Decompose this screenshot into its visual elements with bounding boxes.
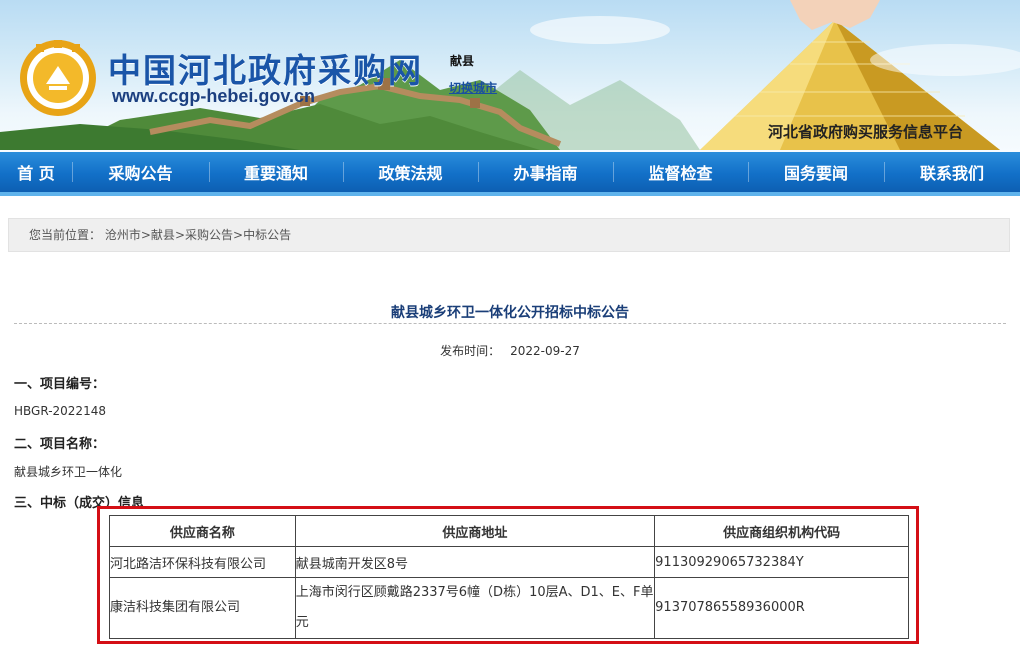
header-banner: 中国河北政府采购网 www.ccgp-hebei.gov.cn 献县 切换城市 … (0, 0, 1020, 152)
publish-label: 发布时间： (440, 344, 501, 358)
breadcrumb-separator: > (140, 228, 151, 242)
breadcrumb-item-current: 中标公告 (243, 228, 292, 242)
breadcrumb-item-cangzhou[interactable]: 沧州市 (105, 228, 141, 242)
supplier-name-cell: 河北路洁环保科技有限公司 (109, 546, 296, 578)
supplier-code-cell: 91130929065732384Y (654, 546, 909, 578)
nav-item-policies[interactable]: 政策法规 (343, 152, 478, 192)
publish-date: 2022-09-27 (510, 344, 580, 358)
site-name: 中国河北政府采购网 (108, 51, 423, 90)
nav-item-guide[interactable]: 办事指南 (478, 152, 613, 192)
breadcrumb-separator: > (233, 228, 244, 242)
switch-city-link[interactable]: 切换城市 (449, 79, 497, 96)
nav-item-notices[interactable]: 重要通知 (209, 152, 343, 192)
main-nav: 首 页 采购公告 重要通知 政策法规 办事指南 监督检查 国务要闻 联系我们 (0, 152, 1020, 196)
logo-emblem-icon (20, 40, 96, 116)
nav-item-supervision[interactable]: 监督检查 (613, 152, 748, 192)
supplier-code-cell: 91370786558936000R (654, 577, 909, 639)
nav-item-contact[interactable]: 联系我们 (884, 152, 1020, 192)
table-row: 康洁科技集团有限公司 上海市闵行区顾戴路2337号6幢（D栋）10层A、D1、E… (109, 577, 909, 639)
section-project-number-title: 一、项目编号： (14, 377, 106, 392)
breadcrumb-label: 您当前位置： (29, 228, 102, 242)
supplier-address-cell: 上海市闵行区顾戴路2337号6幢（D栋）10层A、D1、E、F单元 (294, 577, 656, 639)
nav-item-news[interactable]: 国务要闻 (748, 152, 884, 192)
column-header-supplier-name: 供应商名称 (109, 515, 296, 547)
project-number-value: HBGR-2022148 (14, 404, 106, 418)
section-project-name-title: 二、项目名称： (14, 437, 106, 452)
platform-slogan: 河北省政府购买服务信息平台 (768, 123, 964, 141)
table-row: 河北路洁环保科技有限公司 献县城南开发区8号 91130929065732384… (109, 546, 909, 578)
site-logo[interactable] (18, 38, 98, 118)
breadcrumb-item-procurement[interactable]: 采购公告 (185, 228, 233, 242)
table-header-row: 供应商名称 供应商地址 供应商组织机构代码 (109, 515, 909, 547)
project-name-value: 献县城乡环卫一体化 (14, 465, 123, 479)
column-header-supplier-address: 供应商地址 (294, 515, 656, 547)
page-title: 献县城乡环卫一体化公开招标中标公告 (391, 305, 629, 321)
current-city: 献县 (450, 54, 475, 68)
supplier-address-cell: 献县城南开发区8号 (294, 546, 656, 578)
column-header-org-code: 供应商组织机构代码 (654, 515, 909, 547)
breadcrumb: 您当前位置： 沧州市>献县>采购公告>中标公告 (8, 218, 1010, 252)
supplier-table: 供应商名称 供应商地址 供应商组织机构代码 河北路洁环保科技有限公司 献县城南开… (109, 515, 909, 639)
nav-item-procurement[interactable]: 采购公告 (72, 152, 209, 192)
nav-item-home[interactable]: 首 页 (0, 152, 72, 192)
supplier-name-cell: 康洁科技集团有限公司 (109, 577, 296, 639)
breadcrumb-separator: > (174, 228, 185, 242)
site-url: www.ccgp-hebei.gov.cn (112, 86, 316, 106)
breadcrumb-item-xianxian[interactable]: 献县 (151, 228, 175, 242)
title-divider (14, 323, 1006, 324)
publish-info: 发布时间： 2022-09-27 (0, 342, 1020, 359)
